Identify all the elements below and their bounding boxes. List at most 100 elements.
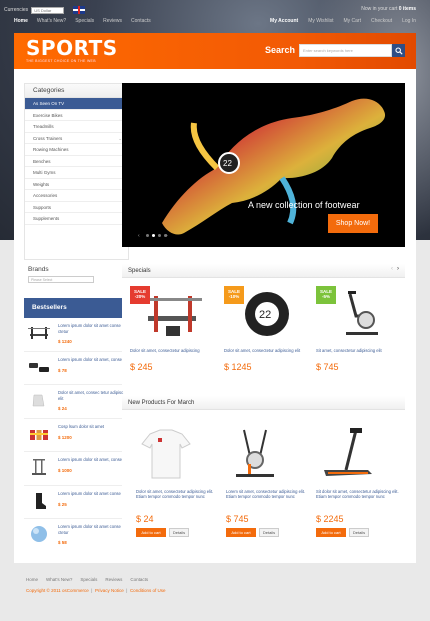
specials-title: Specials [122,264,405,278]
category-item[interactable]: Treadmills [25,121,128,133]
nav-my-account[interactable]: My Account [270,18,298,24]
svg-text:22: 22 [259,309,271,321]
nav-checkout[interactable]: Checkout [371,18,392,24]
list-item[interactable]: Lorem ipsum dolor sit amet conse ctetur … [24,318,129,352]
next-arrow-icon[interactable]: › [397,266,399,272]
product-name[interactable]: Lorem ipsum dolor sit amet, conse [58,357,124,363]
nav-my-cart[interactable]: My Cart [343,18,361,24]
product-name[interactable]: Dolor sit amet, consec tetur adipisc eli… [58,390,124,401]
list-item[interactable]: Lorem ipsum dolor sit amet conse $ 25 [24,486,129,519]
currency-select[interactable]: US Dollar [31,6,65,14]
category-item[interactable]: Benches [25,156,128,167]
category-item[interactable]: Exercise Bikes [25,110,128,121]
brands-select[interactable]: Please Select [28,276,94,283]
details-button[interactable]: Details [259,528,279,537]
slider-next-icon[interactable]: › [166,233,168,239]
nav-contacts[interactable]: Contacts [131,18,151,24]
product-price: $ 58 [58,540,67,545]
special-product[interactable]: SALE -5% Sit amet, consectetur adipiscin… [316,286,402,386]
search-button[interactable] [392,44,405,57]
add-to-cart-button[interactable]: Add to cart [316,528,346,537]
product-price: $ 1200 [58,434,72,440]
nav-whats-new[interactable]: What's New? [37,18,66,24]
list-item[interactable]: Dolor sit amet, consec tetur adipisc eli… [24,385,129,419]
product-name[interactable]: Sit dolor sit amet, consectetur adipisci… [316,489,402,500]
new-product[interactable]: Sit dolor sit amet, consectetur adipisci… [316,426,402,551]
product-price: $ 24 [58,406,67,411]
new-product[interactable]: Dolor sit amet, consectetur adipiscing e… [136,426,222,551]
copyright-text: Copyright © 2011 osCommerce [26,588,89,593]
category-item[interactable]: Rowing Machines [25,144,128,156]
add-to-cart-button[interactable]: Add to cart [226,528,256,537]
product-name[interactable]: Cosp lsum dolor sit amet [58,424,124,430]
specials-section: Specials ‹ › SALE -20% Dolor sit amet, c… [122,264,405,390]
footer-link-reviews[interactable]: Reviews [105,577,122,582]
nav-reviews[interactable]: Reviews [103,18,122,24]
add-to-cart-button[interactable]: Add to cart [136,528,166,537]
slider-dot[interactable] [152,234,155,237]
dumbbells-image [29,362,49,372]
new-product[interactable]: Lorem sit amet, consectetur adipiscing e… [226,426,312,551]
product-name[interactable]: Lorem sit amet, consectetur adipiscing e… [226,489,312,500]
bestsellers-title: Bestsellers [24,298,129,318]
slider-prev-icon[interactable]: ‹ [138,233,140,239]
cart-summary[interactable]: Now in your cart 0 items [361,6,416,12]
conditions-link[interactable]: Conditions of Use [130,588,166,593]
footer-link-contacts[interactable]: Contacts [130,577,148,582]
category-item[interactable]: As Seen On TV [25,98,128,110]
nav-home[interactable]: Home [14,18,28,24]
top-nav: Home What's New? Specials Reviews Contac… [14,18,151,24]
footer-link-whats-new[interactable]: What's New? [46,577,72,582]
list-item[interactable]: Lorem ipsum dolor sit amet conse ctetur … [24,519,129,553]
category-item[interactable]: Cross Trainers ⌄ [25,133,128,144]
list-item[interactable]: Lorem ipsum dolor sit amet, conse $ 1000 [24,452,129,486]
nav-my-wishlist[interactable]: My Wishlist [308,18,333,24]
search-icon [394,46,403,55]
footer-link-specials[interactable]: Specials [80,577,97,582]
category-item[interactable]: Weights [25,179,128,190]
product-name[interactable]: Sit amet, consectetur adipiscing elit [316,348,402,353]
currencies-label: Currencies [4,7,29,13]
logo[interactable]: SPORTS [26,36,118,60]
currency-switcher: Currencies US Dollar [4,6,86,14]
slider-caption: A new collection of footwear [248,200,360,210]
nav-log-in[interactable]: Log In [402,18,416,24]
shop-now-button[interactable]: Shop Now! [328,214,378,233]
special-product[interactable]: 22 SALE -10% Dolor sit amet, consectetur… [224,286,310,386]
slider-dot[interactable] [146,234,149,237]
privacy-link[interactable]: Privacy Notice [95,588,124,593]
product-price: $ 1240 [58,339,72,344]
exercise-ball-image [31,526,47,542]
category-item[interactable]: Multi Gyms [25,167,128,179]
category-item[interactable]: Accessories [25,190,128,202]
category-item[interactable]: Supplements [25,213,128,225]
product-name[interactable]: Dolor sit amet, consectetur adipiscing e… [224,348,310,353]
hero-slider[interactable]: 22 A new collection of footwear Shop Now… [122,83,405,247]
multi-gym-image [32,459,46,475]
footer-link-home[interactable]: Home [26,577,38,582]
list-item[interactable]: Cosp lsum dolor sit amet $ 1200 [24,419,129,452]
details-button[interactable]: Details [169,528,189,537]
slider-dot[interactable] [158,234,161,237]
nav-specials[interactable]: Specials [75,18,94,24]
categories-title: Categories [25,84,128,98]
prev-arrow-icon[interactable]: ‹ [391,266,393,272]
footer-legal: Copyright © 2011 osCommerce | Privacy No… [26,588,166,593]
svg-text:22: 22 [223,159,232,168]
search-input[interactable]: Enter search keywords here [299,44,392,57]
account-nav: My Account My Wishlist My Cart Checkout … [270,18,416,24]
list-item[interactable]: Lorem ipsum dolor sit amet, conse $ 78 [24,352,129,385]
product-price: $ 245 [130,362,153,372]
product-name[interactable]: Dolor sit amet, consectetur adipiscing e… [136,489,222,500]
footer: Home What's New? Specials Reviews Contac… [14,577,416,593]
category-label: Cross Trainers [33,135,63,141]
product-name[interactable]: Dolor sit amet, consectetur adipiscing [130,348,216,353]
uk-flag-icon[interactable] [73,6,86,14]
product-name[interactable]: Lorem ipsum dolor sit amet conse ctetur [58,323,124,334]
details-button[interactable]: Details [349,528,369,537]
category-item[interactable]: Supports [25,202,128,213]
product-name[interactable]: Lorem ipsum dolor sit amet, conse [58,457,124,463]
product-name[interactable]: Lorem ipsum dolor sit amet conse ctetur [58,524,124,535]
special-product[interactable]: SALE -20% Dolor sit amet, consectetur ad… [130,286,216,386]
product-name[interactable]: Lorem ipsum dolor sit amet conse [58,491,124,497]
